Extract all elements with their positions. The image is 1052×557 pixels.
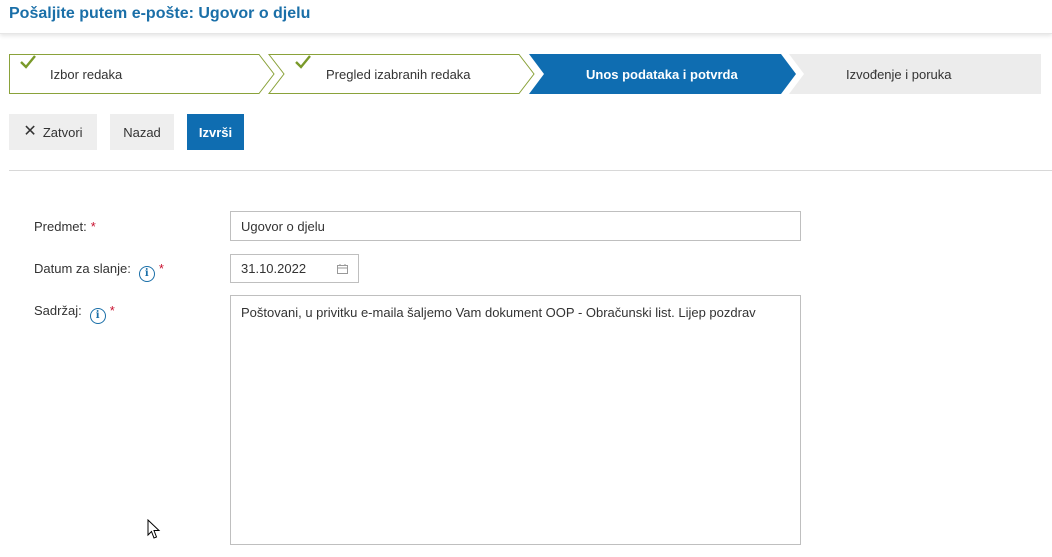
wizard-steps: Izbor redaka Pregled izabranih redaka Un…	[9, 54, 1041, 94]
date-input[interactable]: 31.10.2022	[230, 254, 359, 283]
check-icon	[20, 55, 36, 69]
date-value: 31.10.2022	[241, 261, 307, 276]
step-2-label[interactable]: Pregled izabranih redaka	[326, 67, 471, 82]
required-mark: *	[109, 303, 115, 318]
subject-label: Predmet: *	[34, 219, 96, 234]
calendar-icon[interactable]	[337, 263, 348, 274]
content-label: Sadržaj: i *	[34, 303, 115, 324]
info-icon[interactable]: i	[89, 308, 106, 324]
required-mark: *	[90, 219, 96, 234]
content-label-text: Sadržaj:	[34, 303, 82, 318]
close-button-label: Zatvori	[42, 124, 83, 140]
mouse-cursor-icon	[147, 519, 161, 539]
date-label-text: Datum za slanje:	[34, 261, 131, 276]
date-label: Datum za slanje: i *	[34, 261, 164, 282]
subject-label-text: Predmet:	[34, 219, 87, 234]
divider	[9, 170, 1052, 171]
info-icon[interactable]: i	[138, 266, 155, 282]
run-button-label: Izvrši	[198, 124, 233, 140]
content-textarea[interactable]: Poštovani, u privitku e-maila šaljemo Va…	[230, 295, 801, 545]
page-header: Pošaljite putem e-pošte: Ugovor o djelu	[0, 0, 1052, 34]
page-title: Pošaljite putem e-pošte: Ugovor o djelu	[9, 5, 311, 22]
close-button[interactable]: ✕ Zatvori	[9, 114, 97, 150]
step-1-label[interactable]: Izbor redaka	[50, 67, 122, 82]
content-value: Poštovani, u privitku e-maila šaljemo Va…	[241, 305, 756, 320]
close-icon: ✕	[23, 123, 37, 140]
run-button[interactable]: Izvrši	[187, 114, 244, 150]
step-3-label: Unos podataka i potvrda	[586, 67, 738, 82]
subject-value: Ugovor o djelu	[241, 218, 325, 234]
step-4-label: Izvođenje i poruka	[846, 67, 952, 82]
back-button-label: Nazad	[123, 124, 161, 140]
subject-input[interactable]: Ugovor o djelu	[230, 211, 801, 241]
check-icon	[295, 55, 311, 69]
required-mark: *	[158, 261, 164, 276]
back-button[interactable]: Nazad	[110, 114, 174, 150]
